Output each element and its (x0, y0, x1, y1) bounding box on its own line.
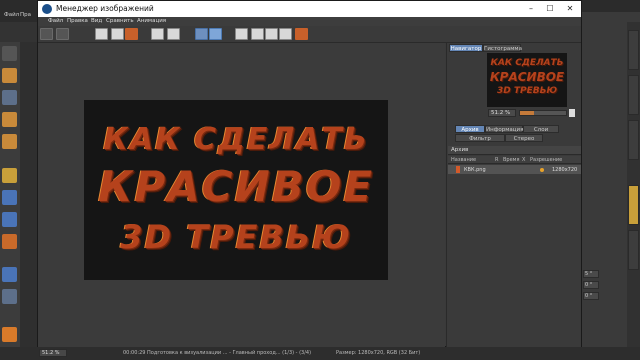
stop-render-icon[interactable] (125, 28, 138, 40)
close-button[interactable]: ✕ (563, 3, 577, 15)
window-title: Менеджер изображений (56, 4, 154, 13)
open-file-icon[interactable] (40, 28, 53, 40)
bg-tool-magnet-icon[interactable] (2, 190, 17, 205)
zoom-slider-end (569, 109, 575, 117)
rendered-image: КАК СДЕЛАТЬ КРАСИВОЕ 3D ТРЕВЬЮ (84, 100, 388, 280)
bg-tool-cube-icon[interactable] (2, 68, 17, 83)
render-status-icon (540, 167, 544, 172)
channel-b-icon[interactable] (279, 28, 292, 40)
bg-tool-checker-icon[interactable] (2, 90, 17, 105)
channel-a-icon[interactable] (235, 28, 248, 40)
picture-viewer-window: Менеджер изображений – ☐ ✕ Файл Правка В… (37, 0, 582, 357)
table-row[interactable]: КВК.png 1280x720 (448, 165, 581, 174)
row-resolution: 1280x720 (552, 166, 578, 173)
background-left-toolbar (0, 42, 20, 347)
bg-tool-object-icon[interactable] (2, 112, 17, 127)
thumb-text-line-2: КРАСИВОЕ (489, 70, 565, 84)
archive-table-header: Название R Время X Разрешение (448, 156, 581, 164)
col-name[interactable]: Название (451, 157, 476, 163)
channel-r-icon[interactable] (251, 28, 264, 40)
bg-tool-grid-icon[interactable] (2, 267, 17, 282)
window-titlebar[interactable]: Менеджер изображений – ☐ ✕ (38, 1, 581, 17)
bg-side-tab-layers[interactable] (628, 230, 639, 270)
bg-rotation-p-field[interactable]: 0 ° (583, 281, 599, 289)
bg-rotation-b-field[interactable]: 0 ° (583, 292, 599, 300)
tab-stereo[interactable]: Стерео (505, 134, 543, 142)
archive-section-header: Архив (448, 146, 581, 155)
tab-navigator[interactable]: Навигатор (449, 44, 483, 52)
menubar: Файл Правка Вид Сравнить Анимация (38, 17, 581, 26)
tab-filter[interactable]: Фильтр (455, 134, 505, 142)
col-r[interactable]: R (495, 157, 498, 163)
bg-tool-layout-icon[interactable] (2, 289, 17, 304)
image-text-line-3: 3D ТРЕВЬЮ (120, 218, 352, 256)
image-viewport[interactable]: КАК СДЕЛАТЬ КРАСИВОЕ 3D ТРЕВЬЮ (38, 43, 445, 347)
tab-info[interactable]: Информация (485, 125, 523, 133)
save-image-icon[interactable] (56, 28, 69, 40)
minimize-button[interactable]: – (524, 3, 538, 15)
status-zoom-field[interactable]: 51.2 % (39, 349, 67, 357)
row-filename: КВК.png (464, 166, 486, 173)
cinema4d-app-icon (42, 4, 52, 14)
col-resolution[interactable]: Разрешение (530, 157, 562, 163)
background-viewport-strip (20, 42, 38, 347)
channel-g-icon[interactable] (265, 28, 278, 40)
fullscreen-icon[interactable] (209, 28, 222, 40)
status-render-progress: 00:00:29 Подготовка к визуализации ... -… (123, 350, 312, 356)
tab-histogram[interactable]: Гистограмма (483, 44, 522, 52)
image-text-line-2: КРАСИВОЕ (98, 162, 374, 211)
thumb-text-line-3: 3D ТРЕВЬЮ (496, 86, 558, 96)
menu-animation[interactable]: Анимация (137, 18, 166, 24)
bg-side-tab-content[interactable] (628, 75, 639, 115)
menu-view[interactable]: Вид (91, 18, 102, 24)
tab-archive[interactable]: Архив (455, 125, 485, 133)
background-statusbar (0, 347, 640, 360)
zoom-field[interactable]: 51.2 % (488, 109, 516, 117)
zoom-slider-fill (520, 111, 534, 115)
ab-compare-icon[interactable] (95, 28, 108, 40)
render-region-icon[interactable] (295, 28, 308, 40)
bg-tool-polygon-icon[interactable] (2, 134, 17, 149)
tab-layers[interactable]: Слои (523, 125, 559, 133)
file-color-swatch (456, 166, 460, 173)
swap-icon[interactable] (111, 28, 124, 40)
bg-tool-brush-icon[interactable] (2, 212, 17, 227)
bg-side-tab-structure[interactable] (628, 120, 639, 160)
bg-rotation-h-field[interactable]: 5 ° (583, 270, 599, 278)
menu-compare[interactable]: Сравнить (106, 18, 134, 24)
bg-side-tab-objects[interactable] (628, 30, 639, 70)
bg-tool-rotate-icon[interactable] (2, 234, 17, 249)
thumb-text-line-1: КАК СДЕЛАТЬ (490, 58, 564, 68)
toolbar (38, 26, 581, 43)
bg-menu-file[interactable]: Файл (4, 12, 19, 18)
menu-edit[interactable]: Правка (67, 18, 88, 24)
side-panel: Навигатор Гистограмма КАК СДЕЛАТЬ КРАСИВ… (446, 43, 581, 347)
status-image-size: Размер: 1280x720, RGB (32 Бит) (336, 350, 421, 356)
image-text-line-1: КАК СДЕЛАТЬ (103, 122, 369, 157)
navigator-thumbnail[interactable]: КАК СДЕЛАТЬ КРАСИВОЕ 3D ТРЕВЬЮ (487, 53, 567, 107)
maxon-logo-icon (2, 327, 17, 342)
menu-file[interactable]: Файл (48, 18, 63, 24)
bg-side-tab-attributes[interactable] (628, 185, 639, 225)
view-single-icon[interactable] (151, 28, 164, 40)
col-x[interactable]: X (522, 157, 525, 163)
bg-tool-undo-icon[interactable] (2, 46, 17, 61)
maximize-button[interactable]: ☐ (543, 3, 557, 15)
bg-menu-edit[interactable]: Пра (20, 12, 31, 18)
view-split-icon[interactable] (167, 28, 180, 40)
fit-view-icon[interactable] (195, 28, 208, 40)
col-time[interactable]: Время (503, 157, 519, 163)
bg-tool-spline-icon[interactable] (2, 168, 17, 183)
zoom-slider[interactable] (519, 110, 567, 116)
